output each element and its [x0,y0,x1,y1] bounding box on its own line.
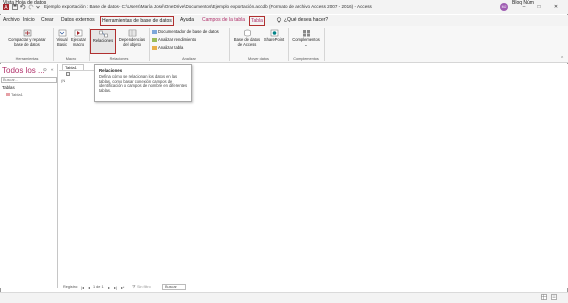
group-label-relations: Relaciones [109,57,129,61]
analyze-performance-icon [152,37,157,42]
access-database-button[interactable]: Base de datos de Access [232,29,262,47]
sharepoint-label: SharePoint [263,37,285,42]
next-record-icon[interactable]: ▸ [108,285,110,290]
tooltip-body: Defina cómo se relacionan los datos en l… [99,74,188,93]
filter-icon[interactable]: ⧩ [132,285,135,289]
tell-me-search[interactable]: ¿Qué desea hacer? [284,17,328,23]
group-label-addins: Complementos [293,57,319,61]
avatar[interactable]: MJ [500,3,508,11]
title-bar: A Ejemplo exportación : Base de datos- C… [0,0,568,14]
lightbulb-icon [276,17,282,23]
status-numlock: Bloq Núm [512,0,534,6]
analyze-table-label: Analizar tabla [158,45,184,50]
record-label: Registro: [63,285,79,289]
row-selector[interactable] [66,72,70,76]
record-position[interactable]: 1 de 1 [93,285,104,289]
first-record-icon[interactable]: |◂ [81,285,84,290]
group-label-analyze: Analizar [182,57,196,61]
nav-pane-title[interactable]: Todos los ... [2,66,45,75]
compact-database-icon [23,29,31,37]
chevron-down-icon: ⌄ [304,41,308,47]
analyze-table-icon [152,45,157,50]
datasheet-view-icon[interactable] [541,294,547,300]
addins-button[interactable]: Complementos ⌄ [291,29,321,47]
record-search-input[interactable]: Buscar [162,284,186,290]
object-dependencies-label: Dependencias del objeto [118,37,146,47]
nav-item-label: Tabla1 [11,92,23,97]
prev-record-icon[interactable]: ◂ [88,285,90,290]
tab-inicio[interactable]: Inicio [23,17,35,23]
relationships-icon [98,30,108,38]
close-button[interactable]: ✕ [550,2,562,12]
analyze-performance-button[interactable]: Analizar rendimiento [152,37,196,42]
visual-basic-button[interactable]: Visual Basic [55,29,69,47]
tab-campos-tabla[interactable]: Campos de la tabla [202,17,245,23]
record-navigator: Registro: |◂ ◂ 1 de 1 ▸ ▸| ▸* ⧩ Sin filt… [59,284,568,291]
design-view-icon[interactable] [551,294,557,300]
nav-collapse-icon[interactable]: « [51,67,54,72]
visual-basic-label: Visual Basic [56,37,68,47]
sharepoint-icon [270,29,278,37]
analyze-table-button[interactable]: Analizar tabla [152,45,183,50]
nav-section-tables[interactable]: Tablas [2,85,15,90]
nav-menu-chevron-icon[interactable]: ⊙ [43,67,47,73]
tab-tabla[interactable]: Tabla [249,16,265,26]
tooltip-title: Relaciones [99,68,123,73]
tab-herramientas-base-datos[interactable]: Herramientas de base de datos [100,16,174,26]
compact-repair-label: Compactar y reparar base de datos [8,37,46,47]
relations-button[interactable]: Relaciones [90,29,116,54]
collapse-ribbon-icon[interactable]: ⌃ [560,56,564,62]
analyze-performance-label: Analizar rendimiento [158,37,197,42]
tab-datos-externos[interactable]: Datos externos [61,17,95,23]
documenter-icon [152,29,157,34]
visual-basic-icon [58,29,66,37]
navigation-pane [0,64,58,288]
sharepoint-button[interactable]: SharePoint [263,29,285,43]
macro-icon [74,29,83,37]
access-database-label: Base de datos de Access [233,37,261,47]
tab-crear[interactable]: Crear [41,17,54,23]
compact-repair-button[interactable]: Compactar y reparar base de datos [4,29,50,47]
tab-archivo[interactable]: Archivo [3,17,20,23]
window-title: Ejemplo exportación : Base de datos- C:\… [44,4,372,9]
filter-status[interactable]: Sin filtro [137,285,151,289]
addins-icon [302,30,310,37]
nav-search-input[interactable]: Buscar... [1,77,57,83]
status-bar [0,292,568,303]
dependencies-icon [128,29,136,37]
object-dependencies-button[interactable]: Dependencias del objeto [117,29,147,47]
run-macro-button[interactable]: Ejecutar macro [70,29,87,47]
relations-label: Relaciones [92,38,114,43]
documenter-label: Documentador de base de datos [158,29,219,34]
status-view-label: Vista Hoja de datos [3,0,47,6]
last-record-icon[interactable]: ▸| [114,285,117,290]
new-record-icon[interactable]: ▸* [121,285,124,290]
documenter-button[interactable]: Documentador de base de datos [152,29,219,34]
maximize-button[interactable]: □ [533,2,545,12]
group-label-move-data: Mover datos [248,57,269,61]
group-label-tools: Herramientas [15,57,39,61]
access-database-icon [243,29,251,37]
run-macro-label: Ejecutar macro [70,37,87,47]
relations-tooltip: Relaciones Defina cómo se relacionan los… [94,64,192,102]
nav-item-table1[interactable]: Tabla1 [6,92,23,97]
group-label-macro: Macro [65,57,77,61]
tab-ayuda[interactable]: Ayuda [180,17,194,23]
table-icon [6,93,10,97]
new-record-marker: (N [61,78,66,83]
ribbon-separator [324,28,325,61]
